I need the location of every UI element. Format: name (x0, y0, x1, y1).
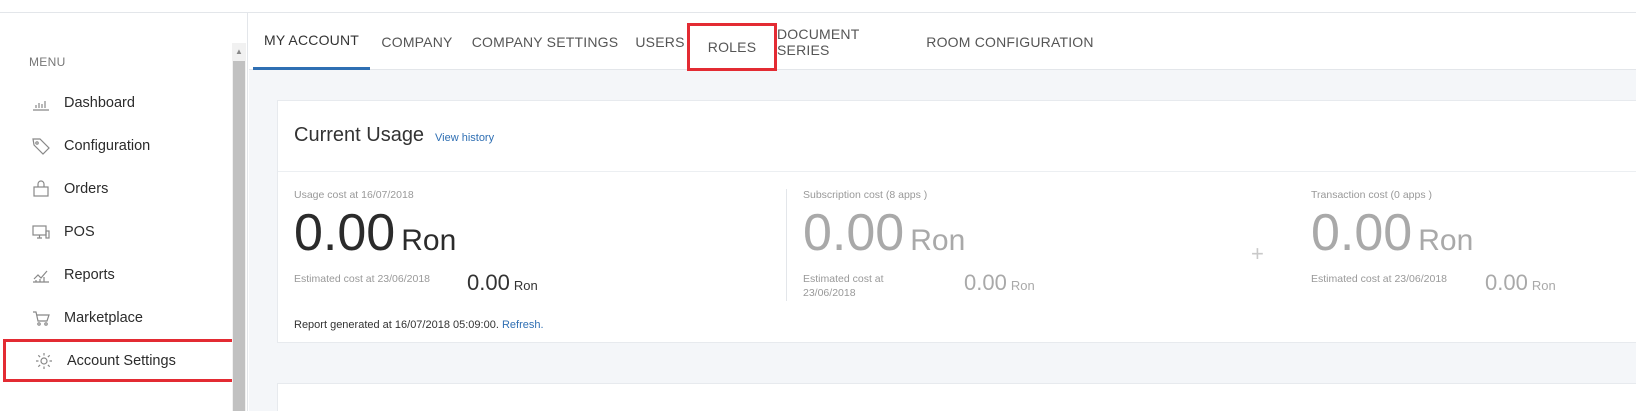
tab-roles[interactable]: ROLES (687, 23, 777, 71)
transaction-cost-amount: 0.00 (1311, 204, 1413, 262)
sidebar-item-account-settings[interactable]: Account Settings (3, 339, 235, 382)
usage-card-header: Current Usage View history (278, 101, 1636, 172)
menu-label: MENU (29, 55, 66, 69)
transaction-est-caption: Estimated cost at 23/06/2018 (1311, 273, 1448, 285)
sidebar-item-label: POS (64, 223, 95, 240)
cart-icon (30, 307, 52, 329)
subscription-est-caption-line2: 23/06/2018 (803, 287, 856, 299)
transaction-est-value: 0.00 Ron (1485, 270, 1556, 296)
bar-chart-icon (30, 92, 52, 114)
tab-users[interactable]: USERS (626, 13, 694, 70)
column-divider (786, 189, 787, 301)
usage-est-amount: 0.00 (467, 270, 510, 295)
sidebar: MENU Dashboard Configuration Orders POS … (0, 13, 248, 411)
usage-cost-unit: Ron (401, 224, 457, 257)
secondary-card (277, 383, 1636, 411)
sidebar-item-pos[interactable]: POS (0, 210, 232, 253)
sidebar-item-configuration[interactable]: Configuration (0, 124, 232, 167)
subscription-est-value: 0.00 Ron (964, 270, 1035, 296)
subscription-est-unit: Ron (1010, 278, 1035, 293)
transaction-est-unit: Ron (1531, 278, 1556, 293)
scroll-thumb[interactable] (233, 61, 245, 411)
tab-room-configuration[interactable]: ROOM CONFIGURATION (921, 13, 1099, 70)
usage-cost-caption: Usage cost at 16/07/2018 (294, 189, 414, 201)
sidebar-item-dashboard[interactable]: Dashboard (0, 81, 232, 124)
plus-sign: + (1251, 241, 1264, 266)
sidebar-scrollbar[interactable]: ▲ (232, 43, 246, 411)
shopping-bag-icon (30, 178, 52, 200)
tab-document-series[interactable]: DOCUMENT SERIES (777, 13, 908, 70)
gear-icon (33, 350, 55, 372)
sidebar-item-label: Marketplace (64, 309, 143, 326)
subscription-cost-value: 0.00 Ron (803, 203, 965, 263)
sidebar-item-label: Reports (64, 266, 115, 283)
subscription-cost-amount: 0.00 (803, 204, 905, 262)
view-history-link[interactable]: View history (435, 132, 494, 144)
sidebar-item-label: Account Settings (67, 352, 176, 369)
sidebar-item-marketplace[interactable]: Marketplace (0, 296, 232, 339)
line-chart-icon (30, 264, 52, 286)
transaction-cost-caption: Transaction cost (0 apps ) (1311, 189, 1432, 201)
main-content: MY ACCOUNT COMPANY COMPANY SETTINGS USER… (249, 13, 1636, 411)
subscription-cost-unit: Ron (910, 224, 966, 257)
subscription-est-amount: 0.00 (964, 270, 1007, 295)
subscription-cost-caption: Subscription cost (8 apps ) (803, 189, 928, 201)
tab-company-settings[interactable]: COMPANY SETTINGS (464, 13, 626, 70)
transaction-cost-value: 0.00 Ron (1311, 203, 1473, 263)
usage-cost-value: 0.00 Ron (294, 203, 456, 263)
scroll-up-arrow-icon[interactable]: ▲ (232, 43, 246, 59)
report-text: Report generated at 16/07/2018 05:09:00. (294, 319, 499, 331)
sidebar-item-label: Orders (64, 180, 109, 197)
usage-est-unit: Ron (513, 278, 538, 293)
refresh-link[interactable]: Refresh. (502, 319, 544, 331)
tab-bar: MY ACCOUNT COMPANY COMPANY SETTINGS USER… (249, 13, 1636, 71)
subscription-cost-block: Subscription cost (8 apps ) 0.00 Ron Esti… (803, 189, 1035, 299)
tag-icon (30, 135, 52, 157)
monitor-icon (30, 221, 52, 243)
usage-est-caption: Estimated cost at 23/06/2018 (294, 273, 431, 285)
usage-cost-amount: 0.00 (294, 204, 396, 262)
report-generated-text: Report generated at 16/07/2018 05:09:00.… (294, 319, 544, 331)
sidebar-item-orders[interactable]: Orders (0, 167, 232, 210)
usage-est-value: 0.00 Ron (467, 270, 538, 296)
tab-company[interactable]: COMPANY (370, 13, 464, 70)
sidebar-item-reports[interactable]: Reports (0, 253, 232, 296)
sidebar-item-label: Configuration (64, 137, 151, 154)
tab-my-account[interactable]: MY ACCOUNT (253, 13, 370, 70)
transaction-cost-unit: Ron (1418, 224, 1474, 257)
transaction-est-amount: 0.00 (1485, 270, 1528, 295)
sidebar-item-label: Dashboard (64, 94, 135, 111)
usage-cost-block: Usage cost at 16/07/2018 0.00 Ron Estimat… (294, 189, 538, 295)
subscription-est-caption: Estimated cost at 23/06/2018 (803, 272, 913, 300)
subscription-est-caption-line1: Estimated cost at (803, 273, 884, 285)
usage-card: Current Usage View history Usage cost at… (277, 100, 1636, 343)
usage-title: Current Usage (294, 124, 425, 146)
transaction-cost-block: Transaction cost (0 apps ) 0.00 Ron Estim… (1311, 189, 1556, 295)
